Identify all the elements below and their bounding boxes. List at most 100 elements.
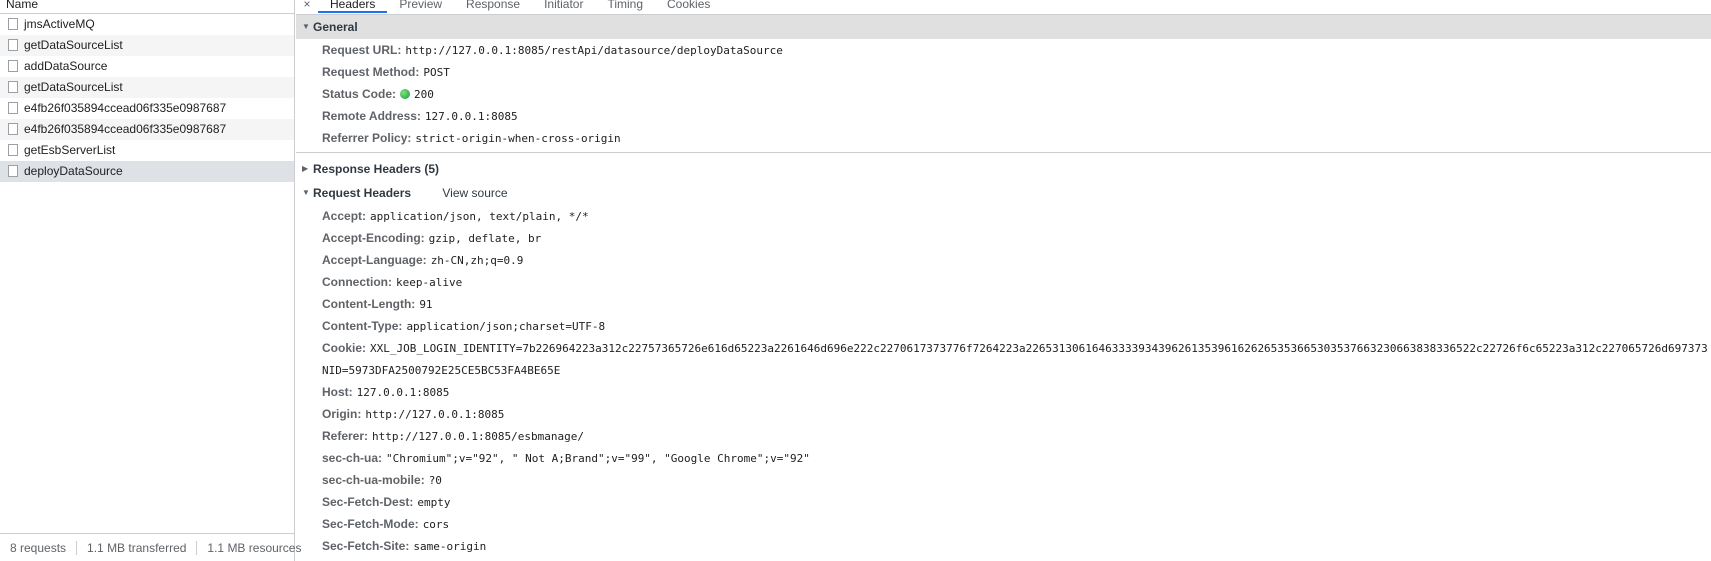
header-value: NID=5973DFA2500792E25CE5BC53FA4BE65E: [322, 364, 561, 377]
header-value: cors: [422, 518, 450, 531]
header-key: Cookie:: [322, 341, 367, 355]
header-key: Origin:: [322, 407, 362, 421]
file-icon: [8, 39, 18, 51]
header-value: "Chromium";v="92", " Not A;Brand";v="99"…: [386, 452, 810, 465]
header-key: Sec-Fetch-Site:: [322, 539, 410, 553]
header-value: same-origin: [413, 540, 487, 553]
file-icon: [8, 81, 18, 93]
header-key: Accept-Encoding:: [322, 231, 425, 245]
request-header-row: Referer: http://127.0.0.1:8085/esbmanage/: [296, 425, 1711, 447]
header-key: Referrer Policy:: [322, 131, 412, 145]
request-row[interactable]: deployDataSource: [0, 161, 294, 182]
status-dot-icon: [400, 89, 411, 99]
file-icon: [8, 123, 18, 135]
header-key: Sec-Fetch-Dest:: [322, 495, 414, 509]
header-value: http://127.0.0.1:8085/esbmanage/: [372, 430, 584, 443]
request-headers-title: Request Headers: [313, 186, 412, 200]
tab-cookies[interactable]: Cookies: [655, 0, 722, 10]
request-headers-section-toggle[interactable]: ▼ Request Headers View source: [296, 181, 1711, 205]
tab-headers[interactable]: Headers: [318, 0, 388, 13]
tab-preview[interactable]: Preview: [387, 0, 454, 10]
header-value: 127.0.0.1:8085: [356, 386, 450, 399]
header-value: zh-CN,zh;q=0.9: [430, 254, 524, 267]
header-key: Remote Address:: [322, 109, 421, 123]
header-key: Status Code:: [322, 87, 397, 101]
response-headers-title: Response Headers (5): [313, 162, 440, 176]
header-value: http://127.0.0.1:8085/restApi/datasource…: [405, 44, 783, 57]
view-source-link[interactable]: View source: [442, 186, 507, 200]
request-name: e4fb26f035894ccead06f335e0987687: [24, 101, 227, 115]
request-header-row: Sec-Fetch-Site: same-origin: [296, 535, 1711, 557]
header-key: Referer:: [322, 429, 369, 443]
file-icon: [8, 165, 18, 177]
header-value: http://127.0.0.1:8085: [365, 408, 505, 421]
request-row[interactable]: e4fb26f035894ccead06f335e0987687: [0, 98, 294, 119]
general-section-title: General: [313, 20, 358, 34]
request-header-row: Accept-Encoding: gzip, deflate, br: [296, 227, 1711, 249]
header-value: gzip, deflate, br: [428, 232, 542, 245]
request-row[interactable]: addDataSource: [0, 56, 294, 77]
details-tab-bar: × Headers Preview Response Initiator Tim…: [296, 0, 1711, 15]
request-row[interactable]: getDataSourceList: [0, 77, 294, 98]
request-name: addDataSource: [24, 59, 108, 73]
tab-timing[interactable]: Timing: [595, 0, 655, 10]
request-header-row: Content-Length: 91: [296, 293, 1711, 315]
file-icon: [8, 18, 18, 30]
general-section-toggle[interactable]: ▼ General: [296, 15, 1711, 39]
resources-size: 1.1 MB resources: [207, 540, 302, 555]
network-summary-bar: 8 requests 1.1 MB transferred 1.1 MB res…: [0, 533, 301, 561]
close-details-icon[interactable]: ×: [296, 0, 318, 10]
header-value: empty: [417, 496, 451, 509]
request-name: getDataSourceList: [24, 38, 123, 52]
request-row[interactable]: getEsbServerList: [0, 140, 294, 161]
header-value: 200: [414, 88, 434, 101]
request-header-row: NID=5973DFA2500792E25CE5BC53FA4BE65E: [296, 359, 1711, 381]
request-method-row: Request Method: POST: [296, 61, 1711, 83]
header-key: Accept:: [322, 209, 367, 223]
request-header-row: Cookie: XXL_JOB_LOGIN_IDENTITY=7b22696422…: [296, 337, 1711, 359]
header-key: sec-ch-ua:: [322, 451, 383, 465]
caret-down-icon: ▼: [302, 22, 310, 31]
header-value: POST: [423, 66, 450, 79]
header-value: ?0: [428, 474, 442, 487]
request-header-row: Sec-Fetch-Dest: empty: [296, 491, 1711, 513]
header-value: strict-origin-when-cross-origin: [415, 132, 621, 145]
header-value: 127.0.0.1:8085: [424, 110, 518, 123]
header-value: XXL_JOB_LOGIN_IDENTITY=7b226964223a312c2…: [370, 342, 1708, 355]
request-row[interactable]: getDataSourceList: [0, 35, 294, 56]
header-key: Request URL:: [322, 43, 402, 57]
header-value: 91: [419, 298, 433, 311]
name-column-header[interactable]: Name: [0, 0, 294, 14]
header-key: sec-ch-ua-mobile:: [322, 473, 425, 487]
request-name: e4fb26f035894ccead06f335e0987687: [24, 122, 227, 136]
file-icon: [8, 144, 18, 156]
file-icon: [8, 60, 18, 72]
header-key: Host:: [322, 385, 353, 399]
response-headers-section-toggle[interactable]: ▶ Response Headers (5): [296, 157, 1711, 181]
request-header-row: Accept: application/json, text/plain, */*: [296, 205, 1711, 227]
general-section: Request URL: http://127.0.0.1:8085/restAp…: [296, 39, 1711, 153]
request-name: deployDataSource: [24, 164, 123, 178]
request-row[interactable]: jmsActiveMQ: [0, 14, 294, 35]
caret-down-icon: ▼: [302, 188, 310, 197]
header-key: Sec-Fetch-Mode:: [322, 517, 419, 531]
header-key: Content-Type:: [322, 319, 403, 333]
request-count: 8 requests: [0, 540, 78, 555]
header-value: keep-alive: [396, 276, 463, 289]
request-list: jmsActiveMQ getDataSourceList addDataSourc…: [0, 14, 294, 182]
tab-response[interactable]: Response: [454, 0, 532, 10]
request-header-row: sec-ch-ua-mobile: ?0: [296, 469, 1711, 491]
transferred-size: 1.1 MB transferred: [77, 540, 198, 555]
tab-initiator[interactable]: Initiator: [532, 0, 595, 10]
request-list-panel: Name jmsActiveMQ getDataSourceList addData…: [0, 0, 301, 561]
request-header-row: Content-Type: application/json;charset=UT…: [296, 315, 1711, 337]
header-key: Request Method:: [322, 65, 420, 79]
header-key: Accept-Language:: [322, 253, 427, 267]
request-header-row: Connection: keep-alive: [296, 271, 1711, 293]
request-name: jmsActiveMQ: [24, 17, 95, 31]
header-key: Content-Length:: [322, 297, 416, 311]
remote-address-row: Remote Address: 127.0.0.1:8085: [296, 105, 1711, 127]
request-header-row: Host: 127.0.0.1:8085: [296, 381, 1711, 403]
request-headers-section: Accept: application/json, text/plain, */*…: [296, 205, 1711, 557]
request-row[interactable]: e4fb26f035894ccead06f335e0987687: [0, 119, 294, 140]
